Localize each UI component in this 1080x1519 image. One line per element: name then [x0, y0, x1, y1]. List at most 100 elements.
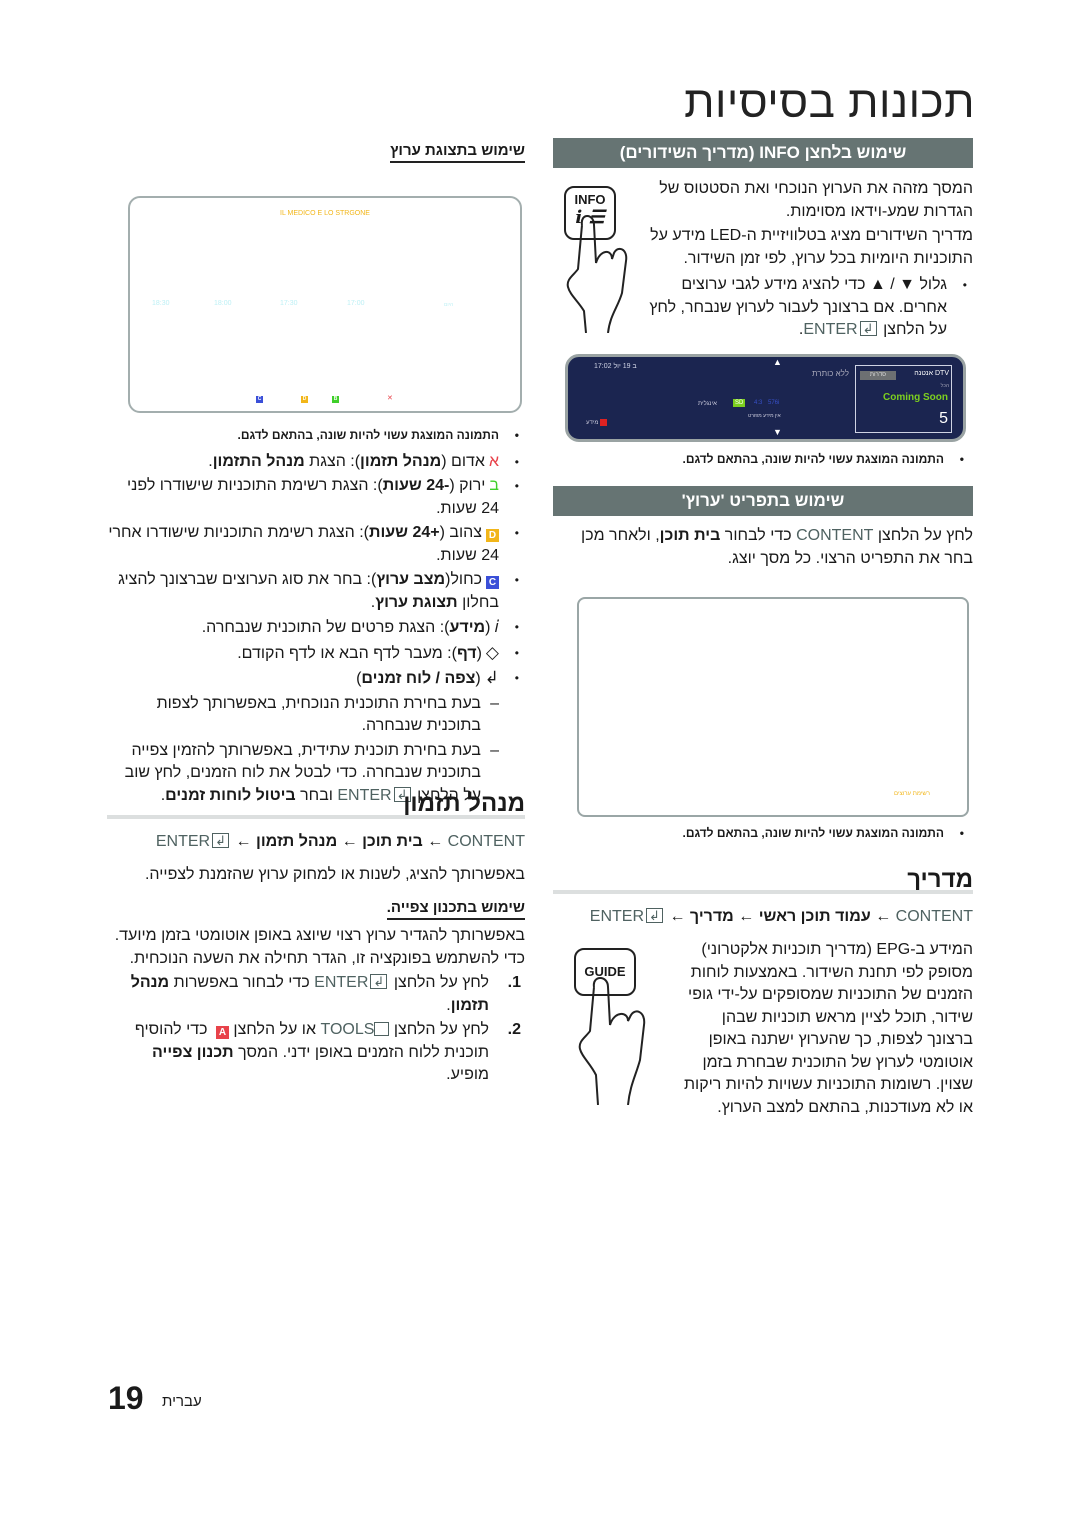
- item-text-pre: אדום (: [441, 452, 485, 470]
- path-arrow: ←: [235, 833, 252, 850]
- tools-key-label: TOOLS: [320, 1021, 375, 1038]
- path-content: CONTENT: [447, 833, 525, 850]
- no-details-text: אין מידע מפורט: [748, 413, 781, 419]
- channel-view-screen: IL MEDICO E LO STRGONE 18:30 18:00 17:30…: [128, 196, 522, 413]
- scroll-down-icon[interactable]: ▼: [773, 427, 782, 437]
- schedule-manager-title: מנהל תזמון: [403, 790, 525, 817]
- path-step-home: עמוד תוכן ראשי: [758, 908, 871, 925]
- resolution: 576i: [768, 400, 780, 406]
- item-bold2: מנהל התזמון: [212, 452, 305, 470]
- channel-number: 5: [939, 410, 948, 427]
- program-name: Coming Soon: [883, 392, 948, 403]
- page-title: תכונות בסיסיות: [684, 78, 975, 127]
- channel-menu-header: שימוש בתפריט 'ערוץ': [553, 486, 973, 516]
- green-key-icon[interactable]: B: [332, 396, 339, 403]
- item-text-pre: צהוב (: [439, 524, 482, 541]
- enter-icon: [212, 830, 230, 853]
- color-key-icon: ב: [489, 477, 499, 494]
- channel-view-item: ↲(צפה / לוח זמנים): [107, 667, 525, 691]
- schedule-intro: באפשרותך להציג, לשנות או למחוק ערוץ שהזמ…: [144, 866, 525, 883]
- channel-menu-note: התמונה המוצגת עשוי להיות שונה, בהתאם לדג…: [560, 826, 970, 842]
- info-screen-mockup: 17:02 ב 19 יול ▲ ▼ ללא כותרת אינגלית SD …: [565, 354, 966, 442]
- path-content: CONTENT: [895, 908, 973, 925]
- color-key-bar: C D B ✕: [130, 394, 520, 406]
- time-slot: 17:00: [347, 300, 365, 307]
- item-bold1: דף: [456, 644, 477, 662]
- yellow-key-icon[interactable]: D: [301, 396, 308, 403]
- item-text-pre: כחול(: [445, 571, 482, 588]
- guide-path: CONTENT ← עמוד תוכן ראשי ← מדריך ← ENTER: [553, 905, 973, 929]
- tools-icon: [374, 1022, 390, 1036]
- path-arrow: ←: [738, 908, 755, 925]
- today-label: היום: [444, 302, 454, 308]
- page-number: 19: [108, 1380, 144, 1416]
- channel-view-item: 𝑖(מידע): הצגת פרטים של התוכנית שנבחרה.: [107, 616, 525, 640]
- red-key-icon[interactable]: ✕: [387, 394, 393, 402]
- hand-pointing-icon: [578, 977, 646, 1105]
- path-arrow: ←: [875, 908, 892, 925]
- red-key-icon: [600, 419, 608, 426]
- schedule-step: 2. לחץ על הלחצן TOOLS או על הלחצן A כדי …: [107, 1019, 525, 1087]
- scroll-up-icon[interactable]: ▲: [773, 357, 782, 367]
- aspect-ratio: 4:3: [754, 400, 763, 406]
- blue-key-icon[interactable]: C: [256, 396, 263, 403]
- item-bold1: מידע: [449, 619, 486, 636]
- channel-view-item: בירוק (-24 שעות): הצגת רשימת התוכניות שי…: [107, 475, 525, 520]
- channel-list-label: רשימת ערוצים: [894, 791, 930, 797]
- info-key[interactable]: מידע: [586, 419, 608, 426]
- path-arrow: ←: [341, 833, 358, 850]
- time-slot: 18:30: [152, 300, 170, 307]
- channel-view-body: התמונה המוצגת עשוי להיות שונה, בהתאם לדג…: [107, 424, 525, 809]
- footer-language: עברית: [162, 1393, 202, 1410]
- red-a-key-icon: A: [215, 1026, 229, 1039]
- channel-view-heading: שימוש בתצוגת ערוץ: [390, 142, 525, 163]
- info-bullet: גלול ▼ / ▲ כדי להציג מידע לגבי ערוצים אח…: [640, 274, 973, 342]
- schedule-subheading: שימוש בתכנון צפייה.: [386, 899, 525, 920]
- step-text: לחץ על הלחצן: [393, 1021, 489, 1038]
- schedule-path: CONTENT ← בית תוכן ← מנהל תזמון ← ENTER: [107, 830, 525, 854]
- item-text-pre: (: [485, 619, 491, 636]
- path-step-schedule: מנהל תזמון: [255, 833, 338, 850]
- content-key-label: CONTENT: [796, 527, 874, 544]
- source-label: DTV אנטנה: [914, 370, 949, 377]
- schedule-subheading-wrap: שימוש בתכנון צפייה.: [107, 899, 525, 920]
- channel-menu-text-2: כדי לבחור: [724, 527, 792, 544]
- info-note-text: התמונה המוצגת עשוי להיות שונה, בהתאם לדג…: [560, 452, 970, 466]
- channel-view-item: ◇(דף): מעבר לדף הבא או לדף הקודם.: [107, 642, 525, 666]
- item-bold1: -24 שעות: [382, 477, 450, 494]
- guide-divider: [553, 890, 973, 894]
- color-key-icon: 𝑖: [494, 617, 500, 636]
- item-bold1: מנהל תזמון: [360, 452, 442, 470]
- channel-view-item: Dצהוב (+24 שעות): הצגת רשימת התוכניות שי…: [107, 522, 525, 567]
- hand-pointing-icon: [566, 215, 628, 333]
- item-text-mid: ): מעבר לדף הבא או לדף הקודם.: [237, 644, 457, 662]
- info-screen-audio: אינגלית: [698, 401, 717, 407]
- channel-info-box: סדרות DTV אנטנה הכל Coming Soon 5: [855, 365, 952, 433]
- item-bold2: תצוגת ערוץ: [375, 593, 458, 611]
- item-bold1: מצב ערוץ: [376, 571, 446, 588]
- step-text: או על הלחצן: [233, 1021, 316, 1038]
- info-para-1: המסך מזהה את הערוץ הנוכחי ואת הסטטוס של …: [659, 180, 973, 220]
- schedule-body: באפשרותך להגדיר ערוץ רצוי שיוצג באופן או…: [107, 925, 525, 1089]
- step-bold: תכנון צפייה: [152, 1043, 234, 1061]
- color-key-icon: C: [486, 576, 499, 589]
- channel-menu-body: לחץ על הלחצן CONTENT כדי לבחור בית תוכן,…: [553, 525, 973, 570]
- step-text: לחץ על הלחצן: [393, 974, 489, 991]
- item-bold1: +24 שעות: [368, 524, 440, 541]
- channel-view-item: Cכחול(מצב ערוץ): בחר את סוג הערוצים שברצ…: [107, 569, 525, 614]
- schedule-manager-divider: [107, 815, 525, 819]
- enter-icon: [370, 971, 388, 994]
- info-screen-no-title: ללא כותרת: [812, 369, 850, 378]
- info-screen-datetime: 17:02 ב 19 יול: [594, 363, 637, 370]
- channel-view-note: התמונה המוצגת עשוי להיות שונה, בהתאם לדג…: [107, 424, 525, 447]
- color-key-icon: D: [486, 529, 499, 542]
- schedule-step: 1. לחץ על הלחצן ENTER כדי לבחור באפשרות …: [107, 971, 525, 1017]
- path-enter: ENTER: [155, 833, 211, 850]
- enter-icon: [646, 905, 664, 928]
- guide-body: המידע ב-EPG (מדריך תוכניות אלקטרוני) מסו…: [684, 941, 973, 1116]
- color-key-icon: ◇: [485, 642, 499, 662]
- channel-view-items: אאדום (מנהל תזמון): הצגת מנהל התזמון.ביר…: [107, 451, 525, 691]
- item-text-pre: ירוק (: [449, 477, 486, 494]
- channel-menu-text-1: לחץ על הלחצן: [877, 527, 973, 544]
- color-key-icon: א: [488, 452, 499, 470]
